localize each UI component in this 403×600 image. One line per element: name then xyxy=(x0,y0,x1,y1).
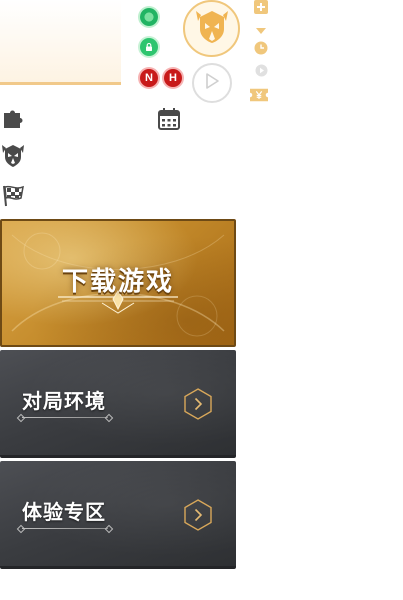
trial-zone-card[interactable]: 体验专区 xyxy=(0,461,236,569)
download-game-card[interactable]: 下载游戏 xyxy=(0,219,236,347)
match-environment-title: 对局环境 xyxy=(22,389,106,413)
h-badge-label: H xyxy=(169,72,177,84)
match-environment-card[interactable]: 对局环境 xyxy=(0,350,236,458)
online-status-icon xyxy=(140,8,158,26)
hero-avatar-button[interactable] xyxy=(183,0,240,57)
play-small-icon[interactable] xyxy=(252,63,270,77)
title-underline xyxy=(22,417,108,418)
download-game-title: 下载游戏 xyxy=(61,266,174,296)
clock-icon[interactable] xyxy=(252,41,270,55)
yen-ticket-icon[interactable] xyxy=(250,88,268,102)
calendar-icon[interactable] xyxy=(156,106,182,132)
n-badge-label: N xyxy=(145,72,153,84)
plus-icon[interactable] xyxy=(252,0,270,14)
caret-down-icon[interactable] xyxy=(252,26,270,36)
top-left-panel xyxy=(0,0,121,85)
play-icon xyxy=(203,72,221,94)
n-badge[interactable]: N xyxy=(140,69,158,87)
lock-icon[interactable] xyxy=(140,38,158,56)
play-button[interactable] xyxy=(192,63,232,103)
trial-zone-title: 体验专区 xyxy=(22,500,106,524)
h-badge[interactable]: H xyxy=(164,69,182,87)
title-underline xyxy=(22,528,108,529)
chevron-right-icon[interactable] xyxy=(184,499,212,531)
helmet-icon xyxy=(195,9,229,49)
helmet-menu-icon[interactable] xyxy=(0,143,26,169)
puzzle-icon[interactable] xyxy=(0,106,26,132)
checkered-flag-icon[interactable] xyxy=(0,182,26,208)
chevron-right-icon[interactable] xyxy=(184,388,212,420)
side-icon-column xyxy=(250,0,272,110)
